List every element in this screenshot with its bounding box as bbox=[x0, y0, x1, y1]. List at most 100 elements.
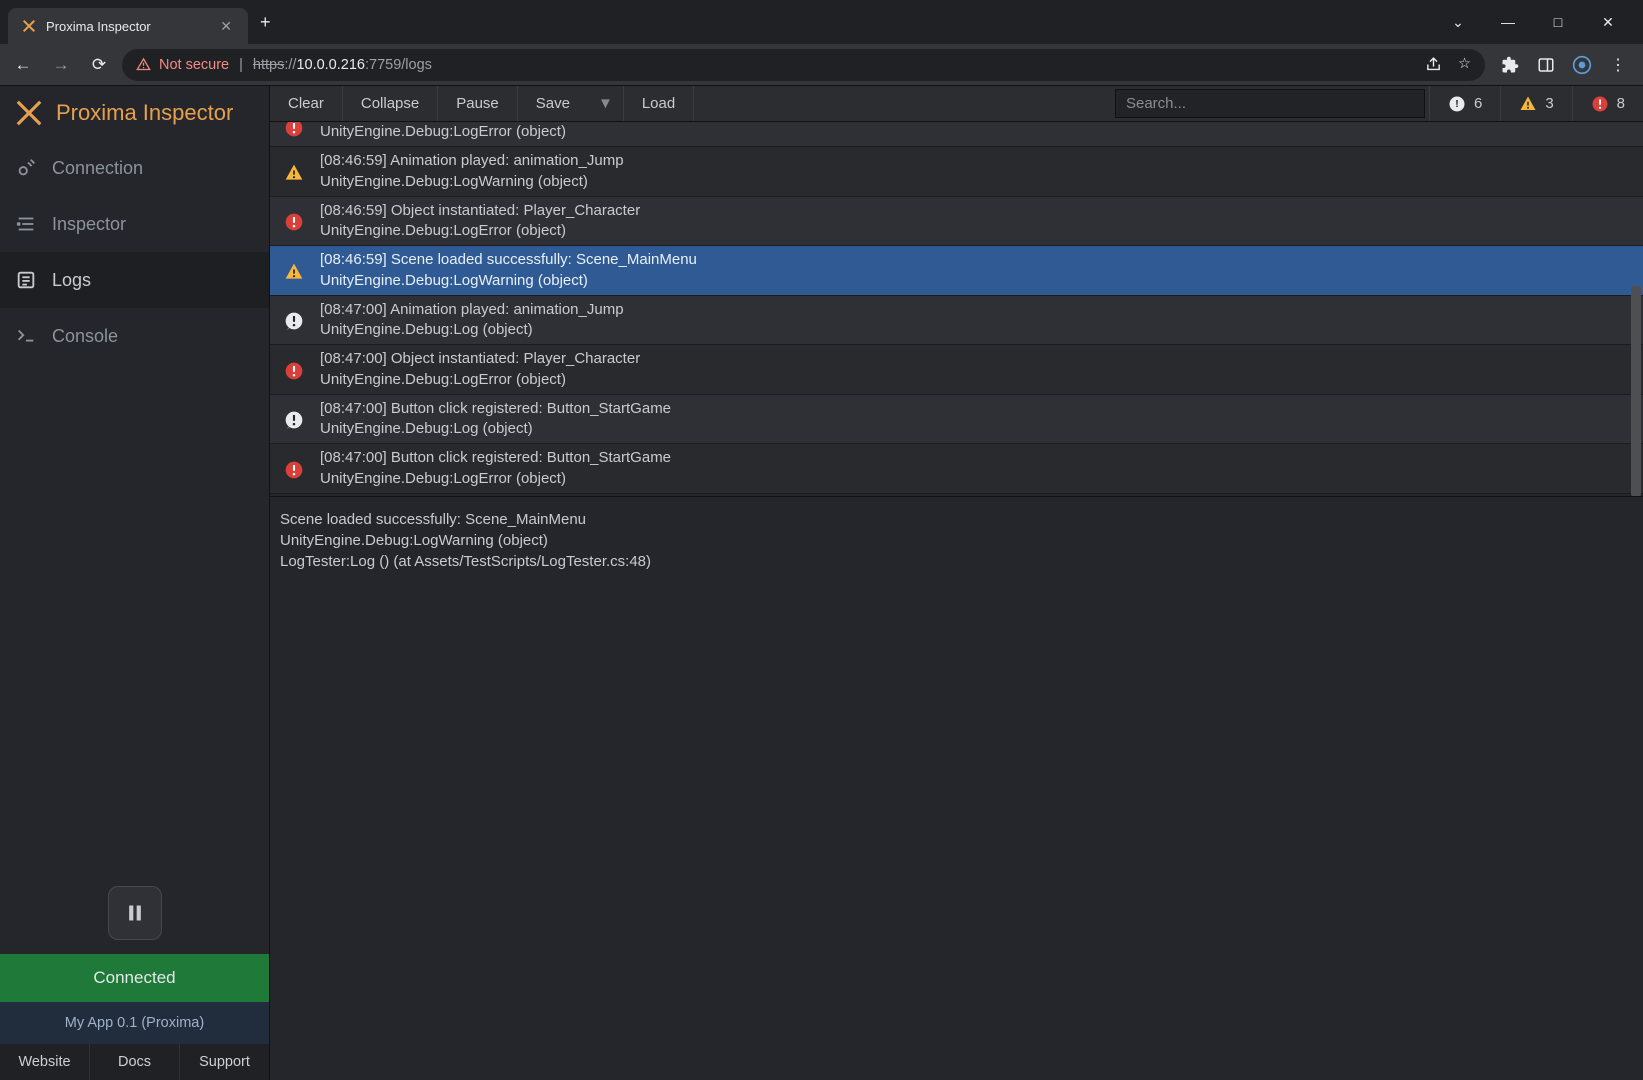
maximize-button[interactable]: □ bbox=[1543, 14, 1573, 31]
log-toolbar: Clear Collapse Pause Save ▼ Load Search.… bbox=[270, 86, 1643, 122]
log-text: [08:46:59] Animation played: animation_J… bbox=[320, 151, 624, 192]
info-count: 6 bbox=[1474, 95, 1482, 112]
pause-icon bbox=[125, 902, 145, 924]
search-placeholder: Search... bbox=[1126, 95, 1186, 112]
address-bar[interactable]: Not secure | https://10.0.0.216:7759/log… bbox=[122, 49, 1485, 81]
log-row[interactable]: [08:46:59] Animation played: animation_J… bbox=[270, 147, 1643, 197]
forward-button[interactable]: → bbox=[46, 50, 76, 80]
close-tab-icon[interactable]: ✕ bbox=[216, 18, 236, 35]
sidebar-item-label: Logs bbox=[52, 270, 91, 291]
sidebar-toggle-icon[interactable] bbox=[1535, 54, 1557, 76]
pause-button[interactable] bbox=[108, 886, 162, 940]
satellite-icon bbox=[14, 156, 38, 180]
profile-icon[interactable] bbox=[1571, 54, 1593, 76]
warn-icon bbox=[280, 260, 308, 282]
error-count-pill[interactable]: 8 bbox=[1572, 86, 1643, 121]
browser-tab[interactable]: Proxima Inspector ✕ bbox=[8, 8, 248, 44]
log-text: [08:47:00] Button click registered: Butt… bbox=[320, 448, 671, 489]
log-row[interactable]: [08:47:00] Button click registered: Butt… bbox=[270, 395, 1643, 445]
sidebar-item-label: Console bbox=[52, 326, 118, 347]
info-bubble-icon: ! bbox=[1448, 95, 1466, 113]
connection-status: Connected bbox=[0, 954, 269, 1002]
not-secure-label: Not secure bbox=[159, 57, 229, 73]
warning-triangle-icon bbox=[136, 57, 151, 72]
share-icon[interactable] bbox=[1425, 56, 1442, 73]
url-separator: | bbox=[239, 57, 243, 73]
log-row[interactable]: [08:46:59] Scene loaded successfully: Sc… bbox=[270, 246, 1643, 296]
connected-app-name: My App 0.1 (Proxima) bbox=[0, 1002, 269, 1044]
warn-count: 3 bbox=[1545, 95, 1553, 112]
tab-strip: Proxima Inspector ✕ + ⌄ ― □ ✕ bbox=[0, 0, 1643, 44]
log-row[interactable]: [08:46:59] Object instantiated: Player_C… bbox=[270, 197, 1643, 247]
error-icon bbox=[280, 210, 308, 232]
tab-title: Proxima Inspector bbox=[46, 19, 208, 34]
footer-link-support[interactable]: Support bbox=[180, 1044, 269, 1080]
app-title: Proxima Inspector bbox=[56, 100, 233, 126]
new-tab-button[interactable]: + bbox=[248, 12, 283, 33]
save-button[interactable]: Save bbox=[518, 86, 588, 121]
close-window-button[interactable]: ✕ bbox=[1593, 14, 1623, 31]
sidebar-item-connection[interactable]: Connection bbox=[0, 140, 269, 196]
url-bar-row: ← → ⟳ Not secure | https://10.0.0.216:77… bbox=[0, 44, 1643, 86]
load-button[interactable]: Load bbox=[624, 86, 694, 121]
footer-links: Website Docs Support bbox=[0, 1044, 269, 1080]
error-icon bbox=[280, 458, 308, 480]
log-text: UnityEngine.Debug:LogError (object) bbox=[320, 122, 566, 142]
error-icon bbox=[1591, 95, 1609, 113]
scrollbar-thumb[interactable] bbox=[1631, 286, 1641, 496]
browser-chrome: Proxima Inspector ✕ + ⌄ ― □ ✕ ← → ⟳ Not … bbox=[0, 0, 1643, 86]
log-list[interactable]: UnityEngine.Debug:LogError (object) [08:4… bbox=[270, 122, 1643, 496]
collapse-button[interactable]: Collapse bbox=[343, 86, 438, 121]
warn-count-pill[interactable]: 3 bbox=[1500, 86, 1571, 121]
warn-icon bbox=[280, 161, 308, 183]
info-icon bbox=[280, 309, 308, 331]
search-input[interactable]: Search... bbox=[1115, 89, 1425, 118]
info-count-pill[interactable]: ! 6 bbox=[1429, 86, 1500, 121]
info-icon bbox=[280, 408, 308, 430]
logs-icon bbox=[14, 268, 38, 292]
url-actions: ☆ bbox=[1425, 56, 1471, 73]
log-detail-panel: Scene loaded successfully: Scene_MainMen… bbox=[270, 496, 1643, 1080]
detail-line: Scene loaded successfully: Scene_MainMen… bbox=[280, 509, 1633, 530]
detail-line: LogTester:Log () (at Assets/TestScripts/… bbox=[280, 551, 1633, 572]
log-row[interactable]: UnityEngine.Debug:LogError (object) bbox=[270, 122, 1643, 147]
app-logo: Proxima Inspector bbox=[0, 86, 269, 140]
footer-link-website[interactable]: Website bbox=[0, 1044, 90, 1080]
menu-dots-icon[interactable]: ⋮ bbox=[1607, 54, 1629, 76]
clear-button[interactable]: Clear bbox=[270, 86, 343, 121]
extensions-icon[interactable] bbox=[1499, 54, 1521, 76]
sidebar: Proxima Inspector Connection Inspector L… bbox=[0, 86, 270, 1080]
log-row[interactable]: [08:47:00] Animation played: animation_J… bbox=[270, 296, 1643, 346]
favicon-icon bbox=[20, 17, 38, 35]
error-count: 8 bbox=[1617, 95, 1625, 112]
svg-text:!: ! bbox=[1455, 98, 1459, 110]
footer-link-docs[interactable]: Docs bbox=[90, 1044, 180, 1080]
sidebar-item-inspector[interactable]: Inspector bbox=[0, 196, 269, 252]
log-row[interactable]: [08:47:00] Object instantiated: Player_C… bbox=[270, 345, 1643, 395]
warning-icon bbox=[1519, 95, 1537, 113]
not-secure-warning: Not secure bbox=[136, 57, 229, 73]
log-row[interactable]: [08:47:00] Button click registered: Butt… bbox=[270, 444, 1643, 494]
reload-button[interactable]: ⟳ bbox=[84, 50, 114, 80]
back-button[interactable]: ← bbox=[8, 50, 38, 80]
proxima-logo-icon bbox=[14, 98, 44, 128]
pause-logs-button[interactable]: Pause bbox=[438, 86, 518, 121]
minimize-button[interactable]: ― bbox=[1493, 14, 1523, 31]
detail-line: UnityEngine.Debug:LogWarning (object) bbox=[280, 530, 1633, 551]
star-icon[interactable]: ☆ bbox=[1458, 56, 1471, 73]
log-text: [08:46:59] Scene loaded successfully: Sc… bbox=[320, 250, 697, 291]
log-text: [08:47:00] Button click registered: Butt… bbox=[320, 399, 671, 440]
url-text: https://10.0.0.216:7759/logs bbox=[253, 57, 432, 73]
list-icon bbox=[14, 212, 38, 236]
sidebar-item-label: Inspector bbox=[52, 214, 126, 235]
sidebar-item-console[interactable]: Console bbox=[0, 308, 269, 364]
window-controls: ⌄ ― □ ✕ bbox=[1443, 14, 1635, 31]
terminal-icon bbox=[14, 324, 38, 348]
save-dropdown-button[interactable]: ▼ bbox=[588, 86, 624, 121]
main-panel: Clear Collapse Pause Save ▼ Load Search.… bbox=[270, 86, 1643, 1080]
log-text: [08:47:00] Object instantiated: Player_C… bbox=[320, 349, 640, 390]
sidebar-item-logs[interactable]: Logs bbox=[0, 252, 269, 308]
log-text: [08:46:59] Object instantiated: Player_C… bbox=[320, 201, 640, 242]
chevron-down-icon[interactable]: ⌄ bbox=[1443, 14, 1473, 31]
app-root: Proxima Inspector Connection Inspector L… bbox=[0, 86, 1643, 1080]
